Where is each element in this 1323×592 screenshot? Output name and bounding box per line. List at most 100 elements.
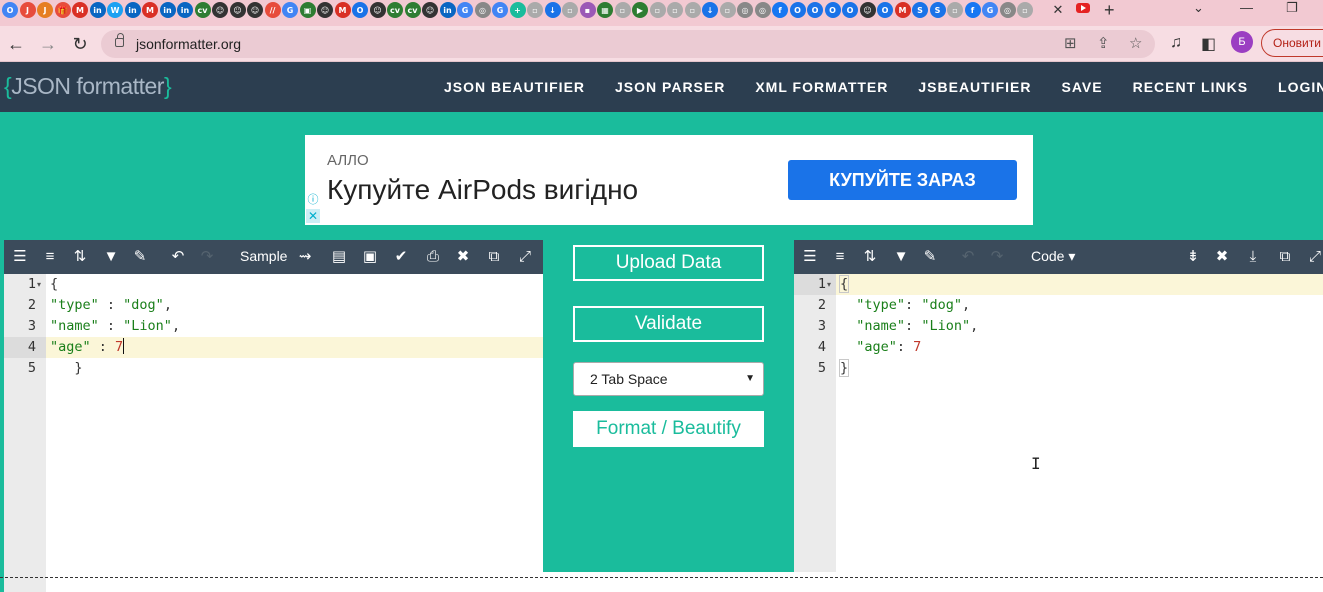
open-folder-icon[interactable]: ▤	[329, 247, 349, 267]
youtube-tab-icon[interactable]	[1076, 3, 1090, 13]
ad-info-icon[interactable]: ⓘ	[306, 193, 320, 207]
pinned-tab-favicon-icon[interactable]: G	[492, 2, 508, 18]
pinned-tab-favicon-icon[interactable]: M	[894, 2, 911, 18]
compact-icon[interactable]: ≡	[40, 247, 60, 267]
clear-icon[interactable]: ✖	[1212, 247, 1232, 267]
pinned-tab-favicon-icon[interactable]: ☺	[422, 2, 438, 18]
pinned-tab-favicon-icon[interactable]: ▫	[947, 2, 963, 18]
pinned-tab-favicon-icon[interactable]: S	[929, 2, 946, 18]
pinned-tab-favicon-icon[interactable]: ☺	[247, 2, 263, 18]
restore-icon[interactable]: ❐	[1286, 0, 1298, 16]
validate-button[interactable]: Validate	[573, 306, 764, 342]
forward-arrow-icon[interactable]: →	[36, 32, 60, 56]
pinned-tab-favicon-icon[interactable]: ▪	[579, 2, 596, 18]
pinned-tab-favicon-icon[interactable]: ▦	[597, 2, 613, 18]
bookmark-star-icon[interactable]: ☆	[1129, 34, 1142, 52]
back-arrow-icon[interactable]: ←	[4, 32, 28, 56]
pinned-tab-favicon-icon[interactable]: cv	[387, 2, 403, 18]
pinned-tab-favicon-icon[interactable]: M	[72, 2, 88, 18]
pinned-tab-favicon-icon[interactable]: ▣	[299, 2, 316, 18]
pinned-tab-favicon-icon[interactable]: ↓	[544, 2, 561, 18]
pinned-tab-favicon-icon[interactable]: J	[37, 2, 53, 18]
fold-arrow-icon[interactable]: ▾	[37, 274, 41, 295]
nav-json-beautifier[interactable]: JSON BEAUTIFIER	[444, 79, 585, 95]
pinned-tab-favicon-icon[interactable]: f	[772, 2, 788, 18]
redo-icon[interactable]: ↷	[197, 247, 217, 267]
pinned-tab-favicon-icon[interactable]: G	[982, 2, 998, 18]
pinned-tab-favicon-icon[interactable]: ▫	[667, 2, 683, 18]
usb-load-icon[interactable]: ⇝	[295, 247, 315, 267]
pinned-tab-favicon-icon[interactable]: in	[89, 2, 106, 18]
format-icon[interactable]: ☰	[800, 247, 820, 267]
ad-close-icon[interactable]: ✕	[306, 209, 320, 223]
nav-json-parser[interactable]: JSON PARSER	[615, 79, 725, 95]
pinned-tab-favicon-icon[interactable]: ↓	[702, 2, 718, 18]
nav-save[interactable]: SAVE	[1062, 79, 1103, 95]
pinned-tab-favicon-icon[interactable]: O	[789, 2, 806, 18]
address-bar[interactable]: jsonformatter.org ⊞ ⇪ ☆	[101, 30, 1155, 58]
nav-xml-formatter[interactable]: XML FORMATTER	[755, 79, 888, 95]
ad-headline[interactable]: Купуйте AirPods вигідно	[327, 174, 638, 206]
pinned-tab-favicon-icon[interactable]: +	[509, 2, 526, 18]
pinned-tab-favicon-icon[interactable]: ▫	[684, 2, 701, 18]
new-tab-button[interactable]: +	[1104, 0, 1115, 21]
pinned-tab-favicon-icon[interactable]: O	[2, 2, 18, 18]
pinned-tab-favicon-icon[interactable]: O	[877, 2, 893, 18]
format-icon[interactable]: ☰	[10, 247, 30, 267]
share-icon[interactable]: ⇪	[1097, 34, 1110, 52]
repair-wrench-icon[interactable]: ✎	[920, 247, 940, 267]
pinned-tab-favicon-icon[interactable]: ☺	[229, 2, 246, 18]
pinned-tab-favicon-icon[interactable]: O	[842, 2, 858, 18]
pinned-tab-favicon-icon[interactable]: O	[824, 2, 841, 18]
pinned-tab-favicon-icon[interactable]: M	[142, 2, 158, 18]
filter-icon[interactable]: ▼	[891, 247, 911, 267]
minimize-icon[interactable]: —	[1240, 0, 1253, 15]
sort-icon[interactable]: ⇅	[860, 247, 880, 267]
pinned-tab-favicon-icon[interactable]: ▫	[562, 2, 578, 18]
pinned-tab-favicon-icon[interactable]: in	[439, 2, 456, 18]
pinned-tab-favicon-icon[interactable]: ▫	[527, 2, 543, 18]
pinned-tab-favicon-icon[interactable]: //	[264, 2, 281, 18]
pinned-tab-favicon-icon[interactable]: ▫	[614, 2, 631, 18]
tab-close-icon[interactable]: ✕	[1049, 2, 1067, 20]
nav-recent-links[interactable]: RECENT LINKS	[1133, 79, 1248, 95]
update-button[interactable]: Оновити	[1261, 29, 1323, 57]
pinned-tab-favicon-icon[interactable]: ☺	[317, 2, 333, 18]
ad-banner[interactable]: АЛЛО Купуйте AirPods вигідно КУПУЙТЕ ЗАР…	[305, 135, 1033, 225]
side-panel-icon[interactable]: ◧	[1201, 34, 1216, 54]
copy-icon[interactable]: ⧉	[484, 247, 504, 267]
clear-icon[interactable]: ✖	[453, 247, 473, 267]
pinned-tab-favicon-icon[interactable]: O	[352, 2, 368, 18]
expand-all-icon[interactable]: ⇟	[1183, 247, 1203, 267]
download-icon[interactable]: ⤓	[1243, 247, 1263, 267]
upload-data-button[interactable]: Upload Data	[573, 245, 764, 281]
tab-search-icon[interactable]: ⌄	[1193, 0, 1204, 16]
pinned-tab-favicon-icon[interactable]: G	[282, 2, 298, 18]
pinned-tab-favicon-icon[interactable]: ◎	[474, 2, 491, 18]
validate-check-icon[interactable]: ✔	[391, 247, 411, 267]
site-logo[interactable]: {JSON formatter}	[4, 73, 172, 100]
pinned-tab-favicon-icon[interactable]: in	[124, 2, 141, 18]
pinned-tab-favicon-icon[interactable]: f	[964, 2, 981, 18]
compact-icon[interactable]: ≡	[830, 247, 850, 267]
nav-login[interactable]: LOGIN	[1278, 79, 1323, 95]
pinned-tab-favicon-icon[interactable]: ☺	[369, 2, 386, 18]
fullscreen-icon[interactable]: ⤢	[1305, 247, 1323, 267]
save-disk-icon[interactable]: ▣	[360, 247, 380, 267]
pinned-tab-favicon-icon[interactable]: 🎁	[54, 2, 71, 18]
fullscreen-icon[interactable]: ⤢	[515, 247, 535, 267]
format-beautify-button[interactable]: Format / Beautify	[573, 411, 764, 447]
url-text[interactable]: jsonformatter.org	[136, 36, 241, 52]
pinned-tab-favicon-icon[interactable]: in	[159, 2, 176, 18]
profile-avatar[interactable]: Б	[1231, 31, 1253, 53]
input-editor[interactable]: ☰ ≡ ⇅ ▼ ✎ ↶ ↷ Sample ⇝ ▤ ▣ ✔ ⎙ ✖ ⧉ ⤢ 1 ▾ …	[4, 240, 543, 592]
redo-icon[interactable]: ↷	[987, 247, 1007, 267]
fold-arrow-icon[interactable]: ▾	[827, 274, 831, 295]
sort-icon[interactable]: ⇅	[70, 247, 90, 267]
copy-icon[interactable]: ⧉	[1275, 247, 1295, 267]
pinned-tab-favicon-icon[interactable]: ◎	[737, 2, 753, 18]
indent-select[interactable]: 2 Tab Space ▼	[573, 362, 764, 396]
sample-button[interactable]: Sample	[240, 248, 287, 264]
pinned-tab-favicon-icon[interactable]: M	[334, 2, 351, 18]
pinned-tab-favicon-icon[interactable]: ☺	[212, 2, 228, 18]
